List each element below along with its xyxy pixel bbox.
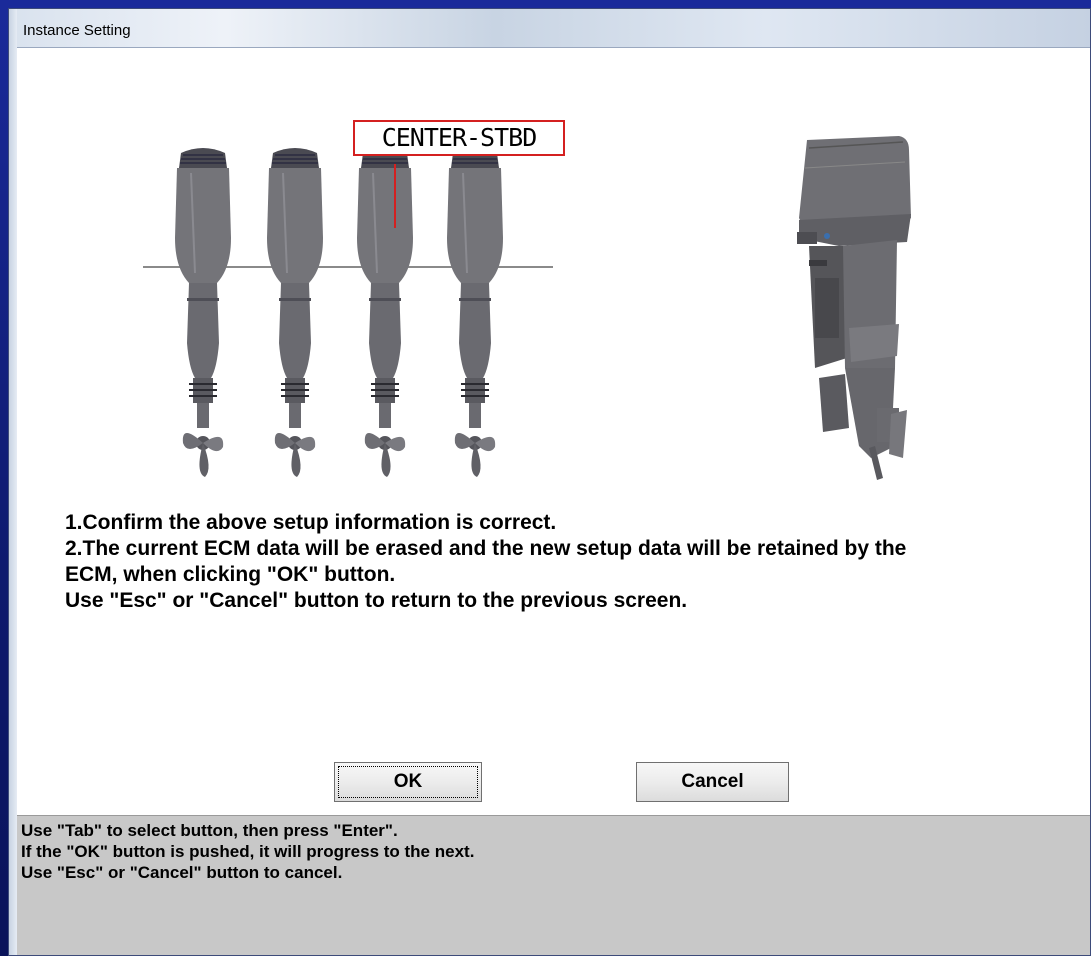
instruction-line-4: Use "Esc" or "Cancel" button to return t…: [65, 589, 688, 612]
window-title: Instance Setting: [23, 22, 131, 39]
cancel-button[interactable]: Cancel: [636, 762, 789, 802]
help-line-3: Use "Esc" or "Cancel" button to cancel.: [21, 863, 343, 882]
ok-button[interactable]: OK: [334, 762, 482, 802]
focus-rectangle: [338, 766, 478, 798]
instance-setting-window: Instance Setting CENTER-STBD 1.Confirm t…: [8, 8, 1091, 956]
instruction-line-3: ECM, when clicking "OK" button.: [65, 563, 396, 586]
help-line-2: If the "OK" button is pushed, it will pr…: [21, 842, 475, 861]
dialog-content: CENTER-STBD 1.Confirm the above setup in…: [9, 48, 1090, 806]
title-bar[interactable]: Instance Setting: [9, 9, 1090, 48]
engine-side-view-illustration: [797, 136, 911, 480]
instruction-text: 1.Confirm the above setup information is…: [65, 510, 1075, 614]
cancel-button-label: Cancel: [681, 771, 744, 792]
instruction-line-2: 2.The current ECM data will be erased an…: [65, 537, 907, 560]
help-line-1: Use "Tab" to select button, then press "…: [21, 821, 398, 840]
instruction-line-1: 1.Confirm the above setup information is…: [65, 511, 557, 534]
window-frame-edge: [9, 9, 17, 955]
help-panel: Use "Tab" to select button, then press "…: [17, 815, 1090, 955]
engines-rear-view-illustration: [143, 147, 553, 478]
selected-instance-label: CENTER-STBD: [353, 120, 565, 156]
